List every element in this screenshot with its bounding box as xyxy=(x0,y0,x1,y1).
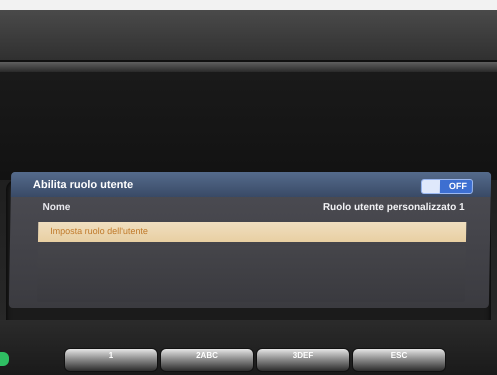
page-title: Abilita ruolo utente xyxy=(32,179,134,191)
device-top-cover xyxy=(0,10,497,62)
name-value: Ruolo utente personalizzato 1 xyxy=(322,202,465,213)
key-1-label: 1 xyxy=(108,351,114,360)
key-2abc-label: 2ABC xyxy=(196,351,218,360)
menu-item-set-user-role[interactable]: Imposta ruolo dell'utente xyxy=(37,222,467,242)
menu-item-label: Imposta ruolo dell'utente xyxy=(50,226,149,236)
lcd-screen: Abilita ruolo utente OFF Nome Ruolo uten… xyxy=(8,172,492,308)
name-row: Nome Ruolo utente personalizzato 1 xyxy=(10,200,490,218)
key-3def-label: 3DEF xyxy=(292,351,314,360)
list-empty-area xyxy=(36,246,466,302)
title-bar: Abilita ruolo utente OFF xyxy=(10,172,492,197)
key-2abc[interactable]: 2ABC xyxy=(160,348,254,372)
key-esc-label: ESC xyxy=(390,351,408,360)
key-1[interactable]: 1 xyxy=(64,348,158,372)
name-label: Nome xyxy=(42,202,71,213)
toggle-state-label: OFF xyxy=(448,181,468,191)
toggle-knob xyxy=(421,180,441,193)
key-3def[interactable]: 3DEF xyxy=(256,348,350,372)
device-ridge xyxy=(0,62,497,72)
background-wall xyxy=(0,0,497,10)
key-esc[interactable]: ESC xyxy=(352,348,446,372)
device-dark-band xyxy=(0,72,497,180)
enable-toggle[interactable]: OFF xyxy=(420,179,474,194)
